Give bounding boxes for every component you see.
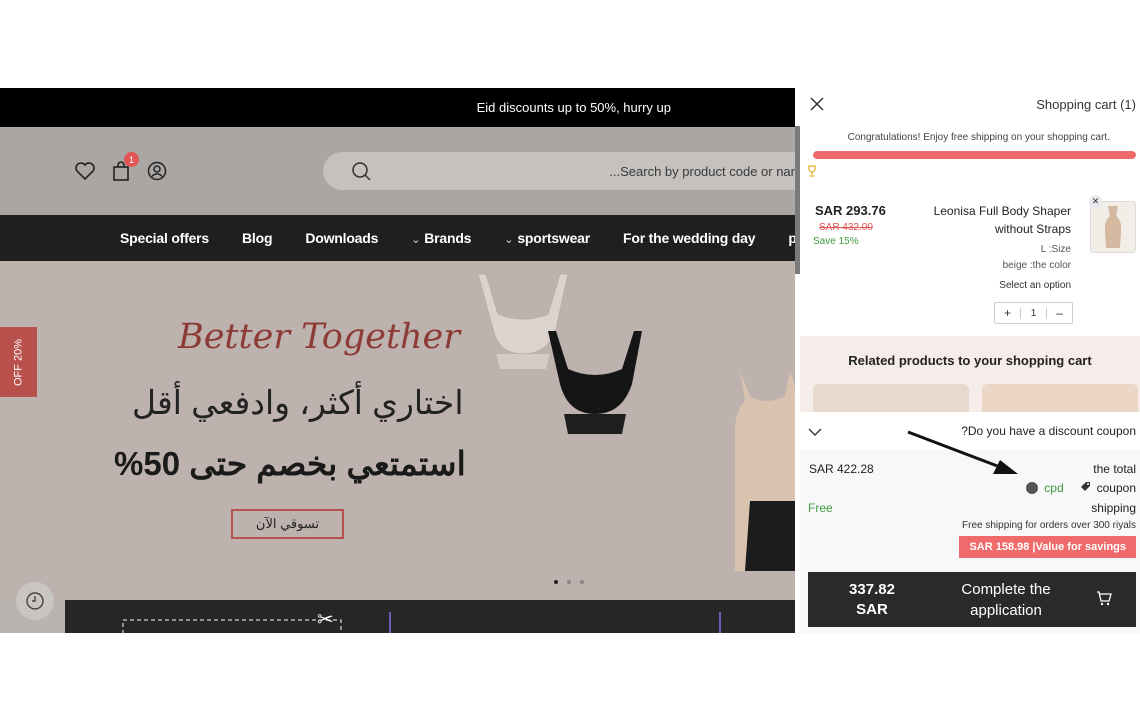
- hero-script-title: Better Together: [178, 317, 460, 357]
- item-old-price: SAR 432.00: [819, 222, 873, 233]
- close-icon[interactable]: [810, 97, 824, 116]
- item-price: SAR 293.76: [815, 203, 886, 218]
- item-thumbnail[interactable]: [1090, 201, 1136, 253]
- tank-top-image: [735, 371, 795, 571]
- quantity-stepper: + 1 –: [994, 302, 1073, 324]
- shipping-value: Free: [808, 501, 833, 515]
- checkout-label: Complete the application: [961, 580, 1051, 619]
- shop-now-button[interactable]: تسوقي الآن: [231, 509, 344, 539]
- nav-item-brands[interactable]: Brands: [411, 230, 471, 246]
- carousel-dots: [554, 580, 584, 584]
- chevron-down-icon[interactable]: [808, 424, 822, 442]
- quantity-plus-button[interactable]: +: [995, 306, 1020, 320]
- select-option-link[interactable]: Select an option: [999, 280, 1071, 291]
- hero-line-2: استمتعي بخصم حتى 50%: [114, 445, 466, 482]
- nav-item-blog[interactable]: Blog: [242, 230, 273, 246]
- cart-icon: [1096, 590, 1112, 609]
- search-icon[interactable]: [351, 161, 371, 186]
- cart-count-badge: 1: [124, 152, 139, 167]
- tag-icon: [1080, 481, 1091, 495]
- account-user-icon[interactable]: [146, 160, 168, 182]
- complete-order-button[interactable]: 337.82 SAR Complete the application: [808, 572, 1136, 627]
- carousel-dot[interactable]: [554, 580, 558, 584]
- coupon-label: coupon: [1096, 481, 1136, 495]
- savings-badge: SAR 158.98 |Value for savings: [959, 536, 1136, 558]
- main-nav: Special offers Blog Downloads Brands spo…: [0, 215, 795, 261]
- cart-drawer: Shopping cart (1) Congratulations! Enjoy…: [800, 88, 1140, 633]
- remove-coupon-icon[interactable]: [1026, 482, 1039, 494]
- checkout-currency: SAR: [856, 600, 888, 618]
- carousel-dot[interactable]: [580, 580, 584, 584]
- search-bar: [323, 152, 795, 190]
- discount-coupon-toggle[interactable]: ?Do you have a discount coupon: [800, 412, 1140, 450]
- coupon-question: ?Do you have a discount coupon: [961, 424, 1136, 438]
- hero-line-1: اختاري أكثر، وادفعي أقل: [132, 384, 464, 421]
- total-label: the total: [1093, 462, 1136, 476]
- scissors-icon: ✂: [317, 607, 334, 631]
- applied-coupon: cpd coupon: [1026, 481, 1136, 495]
- item-name[interactable]: Leonisa Full Body Shaper without Straps: [921, 202, 1071, 238]
- cart-header: Shopping cart (1): [800, 88, 1140, 123]
- related-title: Related products to your shopping cart: [848, 353, 1092, 368]
- shipping-note: Free shipping for orders over 300 riyals: [962, 520, 1136, 531]
- nav-item-panties[interactable]: panties: [788, 230, 795, 246]
- shipping-label: shipping: [1091, 501, 1136, 515]
- recently-viewed-clock-icon[interactable]: [16, 582, 54, 620]
- quantity-minus-button[interactable]: –: [1047, 306, 1072, 320]
- carousel-dot[interactable]: [567, 580, 571, 584]
- nav-item-wedding-day[interactable]: For the wedding day: [623, 230, 756, 246]
- announcement-text: Eid discounts up to 50%, hurry up: [476, 100, 671, 115]
- item-save-badge: Save 15%: [813, 236, 859, 247]
- quantity-value[interactable]: 1: [1020, 307, 1047, 319]
- store-header: 1: [0, 127, 795, 215]
- black-bra-image: [548, 331, 642, 434]
- cart-totals: SAR 422.28 the total cpd coupon Free shi…: [800, 450, 1140, 633]
- coupon-code: cpd: [1044, 481, 1064, 495]
- screen: Eid discounts up to 50%, hurry up 1 ...S…: [0, 0, 1140, 720]
- store-page: Eid discounts up to 50%, hurry up 1 ...S…: [0, 88, 795, 633]
- free-shipping-message: Congratulations! Enjoy free shipping on …: [847, 132, 1110, 143]
- remove-item-icon[interactable]: ✕: [1089, 195, 1102, 208]
- header-icons: 1: [74, 152, 168, 182]
- item-size: L :Size: [1040, 244, 1071, 255]
- wishlist-heart-icon[interactable]: [74, 160, 96, 182]
- item-color: beige :the color: [1002, 260, 1071, 271]
- nav-item-special-offers[interactable]: Special offers: [120, 230, 209, 246]
- cart-item: SAR 293.76 SAR 432.00 Save 15% Leonisa F…: [800, 188, 1140, 338]
- search-input[interactable]: [413, 161, 795, 181]
- total-amount: SAR 422.28: [809, 462, 874, 476]
- nav-item-downloads[interactable]: Downloads: [305, 230, 378, 246]
- cart-bag-icon[interactable]: 1: [110, 152, 139, 182]
- checkout-amount: 337.82: [849, 580, 895, 598]
- related-products: Related products to your shopping cart: [800, 336, 1140, 416]
- nav-item-sportswear[interactable]: sportswear: [504, 230, 590, 246]
- announcement-bar: Eid discounts up to 50%, hurry up: [0, 88, 795, 127]
- trophy-icon: [806, 164, 818, 182]
- progress-fill: [813, 151, 1136, 159]
- discount-side-tab[interactable]: OFF 20%: [0, 327, 37, 397]
- checkout-amount-block: 337.82 SAR: [808, 580, 936, 620]
- cart-title: Shopping cart (1): [1036, 97, 1136, 112]
- coupon-banner-strip: ✂: [65, 600, 795, 633]
- free-shipping-progress-bar: [813, 151, 1136, 159]
- hero-banner[interactable]: OFF 20% Better Together اختاري أكثر، واد…: [0, 261, 795, 600]
